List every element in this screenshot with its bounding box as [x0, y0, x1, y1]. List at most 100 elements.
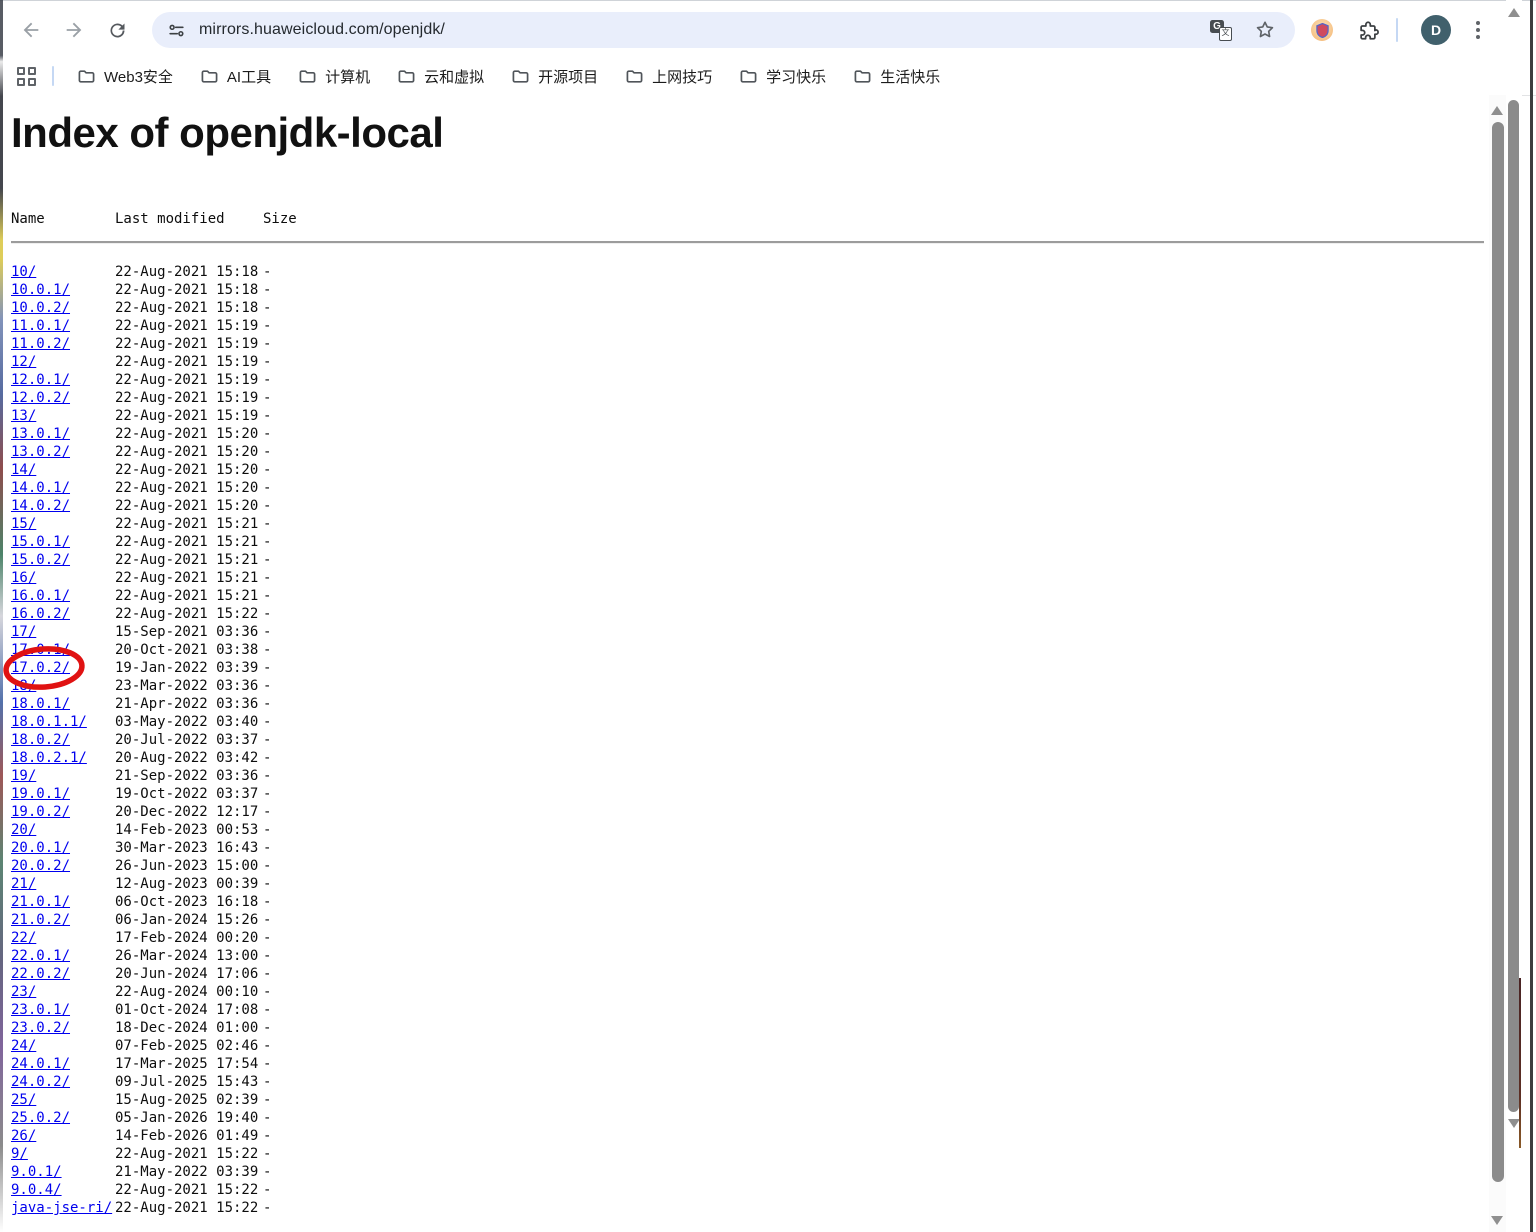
dir-link[interactable]: 18.0.2.1/	[11, 750, 87, 766]
dir-link[interactable]: 20.0.1/	[11, 840, 70, 856]
bookmark-star-icon[interactable]	[1253, 18, 1277, 42]
bookmark-folder-label: 开源项目	[538, 68, 599, 86]
scroll-down-button[interactable]	[1489, 1212, 1505, 1228]
dir-link[interactable]: 16.0.2/	[11, 606, 70, 622]
forward-icon	[63, 19, 85, 41]
dir-link[interactable]: 11.0.1/	[11, 318, 70, 334]
size-value: -	[263, 930, 272, 946]
last-modified-value: 05-Jan-2026 19:40	[115, 1110, 259, 1126]
outer-scroll-up-button[interactable]	[1506, 4, 1522, 20]
dir-link[interactable]: 20.0.2/	[11, 858, 70, 874]
dir-link[interactable]: 22.0.2/	[11, 966, 70, 982]
url-text[interactable]: mirrors.huaweicloud.com/openjdk/	[199, 21, 1295, 39]
dir-link[interactable]: 17/	[11, 624, 36, 640]
dir-link[interactable]: java-jse-ri/	[11, 1200, 112, 1216]
dir-link[interactable]: 13.0.1/	[11, 426, 70, 442]
bookmark-folder[interactable]: 云和虚拟	[398, 66, 484, 87]
dir-link[interactable]: 18.0.1/	[11, 696, 70, 712]
dir-link[interactable]: 14.0.1/	[11, 480, 70, 496]
last-modified-value: 15-Aug-2025 02:39	[115, 1092, 259, 1108]
dir-link[interactable]: 16/	[11, 570, 36, 586]
dir-link[interactable]: 11.0.2/	[11, 336, 70, 352]
dir-link[interactable]: 26/	[11, 1128, 36, 1144]
site-info-icon[interactable]	[167, 21, 186, 40]
dir-link[interactable]: 9/	[11, 1146, 28, 1162]
dir-link[interactable]: 24/	[11, 1038, 36, 1054]
listing-header: Name Last modified Size	[11, 210, 303, 228]
dir-link[interactable]: 19.0.2/	[11, 804, 70, 820]
extensions-puzzle-icon[interactable]	[1355, 18, 1381, 44]
apps-grid-icon[interactable]	[17, 66, 36, 86]
dir-link[interactable]: 12.0.1/	[11, 372, 70, 388]
dir-link[interactable]: 24.0.1/	[11, 1056, 70, 1072]
dir-link[interactable]: 18.0.2/	[11, 732, 70, 748]
menu-kebab-icon[interactable]	[1469, 17, 1487, 43]
reload-button[interactable]	[105, 18, 129, 42]
back-button[interactable]	[19, 18, 43, 42]
dir-link[interactable]: 15.0.1/	[11, 534, 70, 550]
scroll-up-button[interactable]	[1489, 102, 1505, 118]
dir-link[interactable]: 23.0.2/	[11, 1020, 70, 1036]
dir-link[interactable]: 14.0.2/	[11, 498, 70, 514]
dir-link[interactable]: 22/	[11, 930, 36, 946]
dir-link[interactable]: 15.0.2/	[11, 552, 70, 568]
size-value: -	[263, 408, 272, 424]
outer-scrollbar-thumb[interactable]	[1508, 100, 1519, 1112]
dir-link[interactable]: 10/	[11, 264, 36, 280]
dir-link[interactable]: 10.0.1/	[11, 282, 70, 298]
dir-link[interactable]: 22.0.1/	[11, 948, 70, 964]
extension-shield-icon[interactable]	[1311, 19, 1333, 41]
bookmark-folder[interactable]: 计算机	[299, 66, 370, 87]
bookmark-folder[interactable]: 开源项目	[512, 66, 598, 87]
dir-link[interactable]: 21.0.2/	[11, 912, 70, 928]
dir-link[interactable]: 21/	[11, 876, 36, 892]
bookmark-folder[interactable]: AI工具	[201, 66, 271, 87]
dir-link[interactable]: 21.0.1/	[11, 894, 70, 910]
bookmarks-list: Web3安全 AI工具 计算机 云和虚拟 开源项目 上网技巧 学习快乐 生活快乐	[78, 66, 940, 87]
last-modified-value: 20-Jun-2024 17:06	[115, 966, 259, 982]
dir-link[interactable]: 24.0.2/	[11, 1074, 70, 1090]
address-bar[interactable]: mirrors.huaweicloud.com/openjdk/ G 文	[152, 12, 1295, 48]
forward-button[interactable]	[62, 18, 86, 42]
profile-avatar[interactable]: D	[1421, 15, 1451, 45]
dir-link[interactable]: 25.0.2/	[11, 1110, 70, 1126]
translate-icon[interactable]: G 文	[1209, 18, 1233, 42]
size-value: -	[263, 516, 272, 532]
dir-link[interactable]: 17.0.1/	[11, 642, 70, 658]
column-last-modified: Last modified	[115, 211, 225, 227]
last-modified-value: 18-Dec-2024 01:00	[115, 1020, 259, 1036]
last-modified-value: 22-Aug-2021 15:19	[115, 390, 259, 406]
last-modified-value: 20-Aug-2022 03:42	[115, 750, 259, 766]
dir-link[interactable]: 19.0.1/	[11, 786, 70, 802]
listing-row: 18.0.1.1/ 03-May-2022 03:40 -	[11, 713, 303, 731]
dir-link[interactable]: 10.0.2/	[11, 300, 70, 316]
dir-link[interactable]: 12.0.2/	[11, 390, 70, 406]
dir-link[interactable]: 14/	[11, 462, 36, 478]
last-modified-value: 21-Apr-2022 03:36	[115, 696, 259, 712]
dir-link[interactable]: 9.0.4/	[11, 1182, 62, 1198]
dir-link[interactable]: 20/	[11, 822, 36, 838]
dir-link[interactable]: 17.0.2/	[11, 660, 70, 676]
bookmark-folder[interactable]: 生活快乐	[854, 66, 940, 87]
dir-link[interactable]: 15/	[11, 516, 36, 532]
scrollbar-thumb[interactable]	[1492, 122, 1504, 1182]
dir-link[interactable]: 18/	[11, 678, 36, 694]
dir-link[interactable]: 23.0.1/	[11, 1002, 70, 1018]
dir-link[interactable]: 13/	[11, 408, 36, 424]
bookmark-folder[interactable]: 上网技巧	[626, 66, 712, 87]
bookmark-folder[interactable]: Web3安全	[78, 66, 173, 87]
listing-row: 9/ 22-Aug-2021 15:22 -	[11, 1145, 303, 1163]
last-modified-value: 22-Aug-2024 00:10	[115, 984, 259, 1000]
listing-row: 12.0.2/ 22-Aug-2021 15:19 -	[11, 389, 303, 407]
size-value: -	[263, 894, 272, 910]
dir-link[interactable]: 9.0.1/	[11, 1164, 62, 1180]
bookmark-folder-label: 生活快乐	[880, 68, 941, 86]
dir-link[interactable]: 13.0.2/	[11, 444, 70, 460]
dir-link[interactable]: 12/	[11, 354, 36, 370]
dir-link[interactable]: 18.0.1.1/	[11, 714, 87, 730]
dir-link[interactable]: 16.0.1/	[11, 588, 70, 604]
dir-link[interactable]: 25/	[11, 1092, 36, 1108]
dir-link[interactable]: 19/	[11, 768, 36, 784]
bookmark-folder[interactable]: 学习快乐	[740, 66, 826, 87]
dir-link[interactable]: 23/	[11, 984, 36, 1000]
